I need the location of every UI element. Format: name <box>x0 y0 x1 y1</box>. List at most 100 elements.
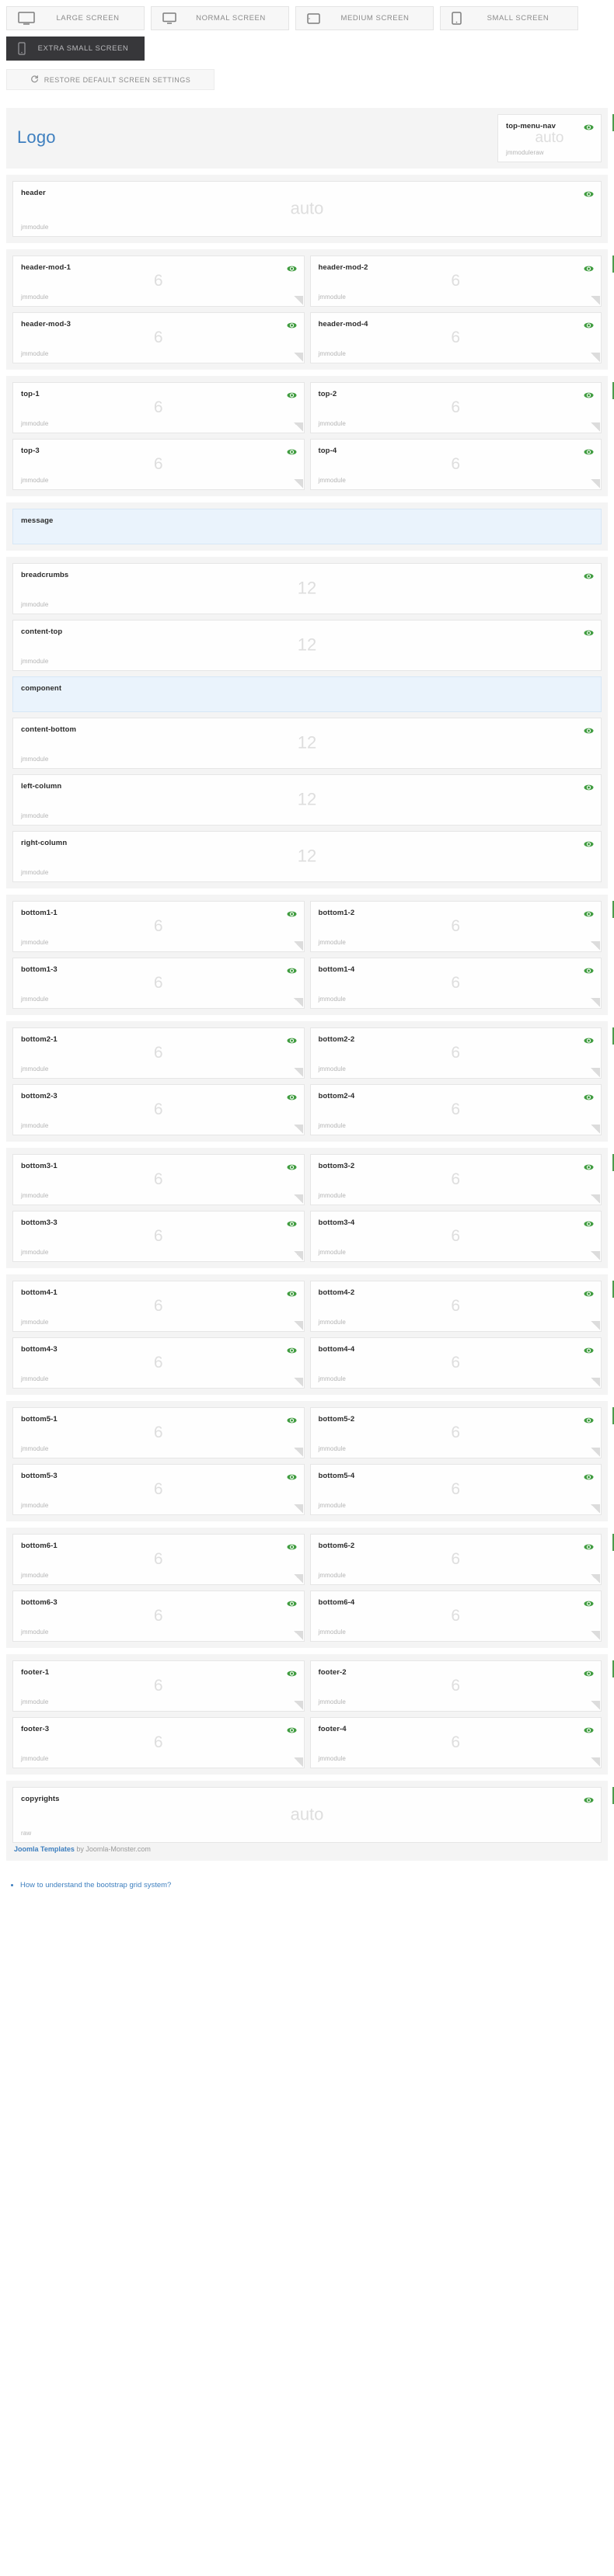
layout-block-bottom2-2[interactable]: bottom2-2 6 jmmodule <box>309 1027 602 1079</box>
layout-block-bottom3-2[interactable]: bottom3-2 6 jmmodule <box>309 1154 602 1205</box>
layout-block-bottom6-2[interactable]: bottom6-2 6 jmmodule <box>309 1534 602 1585</box>
resize-handle[interactable] <box>591 1448 600 1457</box>
layout-block-bottom4-3[interactable]: bottom4-3 6 jmmodule <box>12 1337 305 1389</box>
layout-block-bottom4-4[interactable]: bottom4-4 6 jmmodule <box>309 1337 602 1389</box>
resize-handle[interactable] <box>293 941 303 951</box>
resize-handle[interactable] <box>591 1068 600 1077</box>
layout-block-footer-2[interactable]: footer-2 6 jmmodule <box>309 1660 602 1712</box>
screen-size-button-normal-screen[interactable]: NORMAL SCREEN <box>151 6 289 30</box>
layout-block-top-2[interactable]: top-2 6 jmmodule <box>309 382 602 433</box>
eye-icon[interactable] <box>287 1161 297 1170</box>
layout-block-bottom3-3[interactable]: bottom3-3 6 jmmodule <box>12 1211 305 1262</box>
resize-handle[interactable] <box>591 296 600 305</box>
layout-block-bottom5-4[interactable]: bottom5-4 6 jmmodule <box>309 1464 602 1515</box>
resize-handle[interactable] <box>293 479 303 488</box>
layout-block-bottom4-1[interactable]: bottom4-1 6 jmmodule <box>12 1281 305 1332</box>
resize-handle[interactable] <box>293 1251 303 1260</box>
layout-block-bottom1-3[interactable]: bottom1-3 6 jmmodule <box>12 958 305 1009</box>
layout-block-message[interactable]: message <box>12 509 602 544</box>
resize-handle[interactable] <box>591 1757 600 1767</box>
layout-block-footer-3[interactable]: footer-3 6 jmmodule <box>12 1717 305 1768</box>
layout-block-bottom2-4[interactable]: bottom2-4 6 jmmodule <box>309 1084 602 1135</box>
eye-icon[interactable] <box>584 1288 594 1297</box>
resize-handle[interactable] <box>293 1631 303 1640</box>
resize-handle[interactable] <box>591 1251 600 1260</box>
resize-handle[interactable] <box>293 296 303 305</box>
eye-icon[interactable] <box>584 1724 594 1733</box>
resize-handle[interactable] <box>293 1574 303 1583</box>
resize-handle[interactable] <box>591 1321 600 1330</box>
layout-block-bottom5-2[interactable]: bottom5-2 6 jmmodule <box>309 1407 602 1458</box>
eye-icon[interactable] <box>584 1667 594 1677</box>
eye-icon[interactable] <box>287 1541 297 1550</box>
resize-handle[interactable] <box>591 998 600 1007</box>
eye-icon[interactable] <box>287 1724 297 1733</box>
eye-icon[interactable] <box>287 262 297 272</box>
layout-block-bottom2-1[interactable]: bottom2-1 6 jmmodule <box>12 1027 305 1079</box>
eye-icon[interactable] <box>584 1218 594 1227</box>
layout-block-bottom3-4[interactable]: bottom3-4 6 jmmodule <box>309 1211 602 1262</box>
eye-icon[interactable] <box>584 319 594 329</box>
resize-handle[interactable] <box>591 941 600 951</box>
screen-size-button-small-screen[interactable]: SMALL SCREEN <box>440 6 578 30</box>
resize-handle[interactable] <box>293 1194 303 1204</box>
resize-handle[interactable] <box>293 1757 303 1767</box>
eye-icon[interactable] <box>287 1597 297 1607</box>
eye-icon[interactable] <box>287 1344 297 1354</box>
resize-handle[interactable] <box>293 1125 303 1134</box>
layout-block-header-mod-2[interactable]: header-mod-2 6 jmmodule <box>309 256 602 307</box>
eye-icon[interactable] <box>584 838 594 847</box>
eye-icon[interactable] <box>287 1288 297 1297</box>
eye-icon[interactable] <box>584 570 594 579</box>
eye-icon[interactable] <box>584 1344 594 1354</box>
eye-icon[interactable] <box>584 1541 594 1550</box>
layout-block-bottom2-3[interactable]: bottom2-3 6 jmmodule <box>12 1084 305 1135</box>
eye-icon[interactable] <box>287 389 297 398</box>
layout-block-content-bottom[interactable]: content-bottom 12 jmmodule <box>12 718 602 769</box>
layout-block-content-top[interactable]: content-top 12 jmmodule <box>12 620 602 671</box>
eye-icon[interactable] <box>584 627 594 636</box>
layout-block-header-mod-1[interactable]: header-mod-1 6 jmmodule <box>12 256 305 307</box>
layout-block-component[interactable]: component <box>12 676 602 712</box>
eye-icon[interactable] <box>584 725 594 734</box>
layout-block-right-column[interactable]: right-column 12 jmmodule <box>12 831 602 882</box>
resize-handle[interactable] <box>591 1504 600 1514</box>
screen-size-button-medium-screen[interactable]: MEDIUM SCREEN <box>295 6 434 30</box>
eye-icon[interactable] <box>287 1034 297 1044</box>
eye-icon[interactable] <box>287 1414 297 1424</box>
screen-size-button-extra-small-screen[interactable]: EXTRA SMALL SCREEN <box>6 37 145 61</box>
resize-handle[interactable] <box>591 1701 600 1710</box>
eye-icon[interactable] <box>287 908 297 917</box>
eye-icon[interactable] <box>287 1091 297 1100</box>
layout-block-bottom1-4[interactable]: bottom1-4 6 jmmodule <box>309 958 602 1009</box>
layout-block-header-mod-4[interactable]: header-mod-4 6 jmmodule <box>309 312 602 363</box>
layout-block-bottom6-4[interactable]: bottom6-4 6 jmmodule <box>309 1590 602 1642</box>
eye-icon[interactable] <box>287 446 297 455</box>
layout-block-copyrights[interactable]: copyrights auto raw <box>12 1787 602 1843</box>
resize-handle[interactable] <box>591 353 600 362</box>
eye-icon[interactable] <box>584 121 594 130</box>
layout-block-bottom4-2[interactable]: bottom4-2 6 jmmodule <box>309 1281 602 1332</box>
eye-icon[interactable] <box>287 319 297 329</box>
layout-block-bottom5-1[interactable]: bottom5-1 6 jmmodule <box>12 1407 305 1458</box>
eye-icon[interactable] <box>584 188 594 197</box>
eye-icon[interactable] <box>287 1667 297 1677</box>
layout-block-footer-4[interactable]: footer-4 6 jmmodule <box>309 1717 602 1768</box>
resize-handle[interactable] <box>293 1321 303 1330</box>
resize-handle[interactable] <box>293 1448 303 1457</box>
eye-icon[interactable] <box>584 1597 594 1607</box>
joomla-templates-link[interactable]: Joomla Templates <box>14 1845 75 1853</box>
resize-handle[interactable] <box>293 353 303 362</box>
layout-block-top-1[interactable]: top-1 6 jmmodule <box>12 382 305 433</box>
eye-icon[interactable] <box>584 389 594 398</box>
eye-icon[interactable] <box>584 908 594 917</box>
eye-icon[interactable] <box>584 446 594 455</box>
resize-handle[interactable] <box>293 1068 303 1077</box>
layout-block-breadcrumbs[interactable]: breadcrumbs 12 jmmodule <box>12 563 602 614</box>
resize-handle[interactable] <box>591 1194 600 1204</box>
resize-handle[interactable] <box>293 1378 303 1387</box>
resize-handle[interactable] <box>293 422 303 432</box>
resize-handle[interactable] <box>293 1504 303 1514</box>
resize-handle[interactable] <box>591 479 600 488</box>
layout-block-header-mod-3[interactable]: header-mod-3 6 jmmodule <box>12 312 305 363</box>
